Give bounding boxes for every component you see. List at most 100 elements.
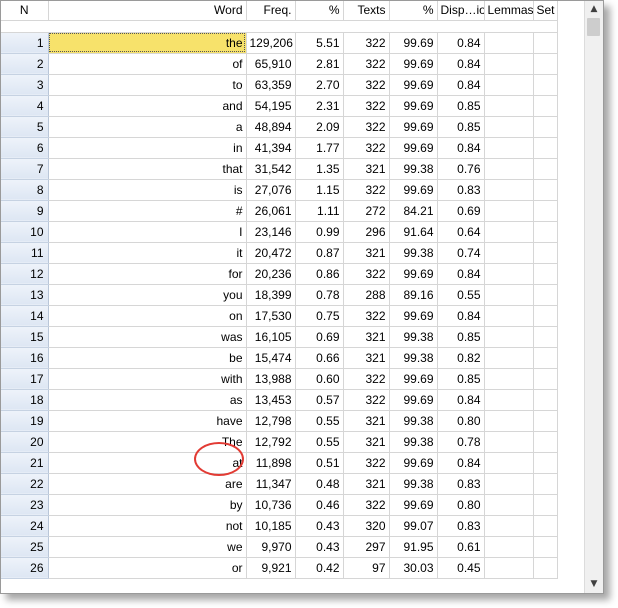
set-cell[interactable] [533,389,558,411]
texts-percent-cell[interactable]: 99.38 [389,473,438,495]
dispersion-cell[interactable]: 0.55 [437,284,485,306]
dispersion-cell[interactable]: 0.84 [437,32,485,54]
row-number[interactable]: 8 [1,179,49,201]
lemmas-cell[interactable] [484,368,534,390]
word-cell[interactable]: was [48,326,247,348]
dispersion-cell[interactable]: 0.84 [437,452,485,474]
freq-cell[interactable]: 54,195 [246,95,296,117]
scroll-thumb[interactable] [587,18,600,36]
lemmas-cell[interactable] [484,263,534,285]
dispersion-cell[interactable]: 0.83 [437,515,485,537]
percent-cell[interactable]: 0.66 [295,347,344,369]
row-number[interactable]: 18 [1,389,49,411]
row-number[interactable]: 25 [1,536,49,558]
lemmas-cell[interactable] [484,557,534,579]
set-cell[interactable] [533,347,558,369]
table-row[interactable]: 23 by 10,736 0.46 322 99.69 0.80 [1,494,558,516]
table-row[interactable]: 1 the 129,206 5.51 322 99.69 0.84 [1,32,558,54]
percent-cell[interactable]: 0.99 [295,221,344,243]
row-number[interactable]: 21 [1,452,49,474]
row-number[interactable]: 10 [1,221,49,243]
texts-percent-cell[interactable]: 99.38 [389,410,438,432]
row-number[interactable]: 2 [1,53,49,75]
percent-cell[interactable]: 0.43 [295,515,344,537]
set-cell[interactable] [533,515,558,537]
word-cell[interactable]: to [48,74,247,96]
dispersion-cell[interactable]: 0.64 [437,221,485,243]
lemmas-cell[interactable] [484,473,534,495]
texts-percent-cell[interactable]: 99.69 [389,74,438,96]
texts-percent-cell[interactable]: 99.69 [389,305,438,327]
word-cell[interactable]: it [48,242,247,264]
dispersion-cell[interactable]: 0.84 [437,305,485,327]
row-number[interactable]: 26 [1,557,49,579]
freq-cell[interactable]: 12,798 [246,410,296,432]
scroll-up-icon[interactable]: ▲ [585,1,603,18]
table-row[interactable]: 17 with 13,988 0.60 322 99.69 0.85 [1,368,558,390]
set-cell[interactable] [533,305,558,327]
freq-cell[interactable]: 23,146 [246,221,296,243]
set-cell[interactable] [533,116,558,138]
freq-cell[interactable]: 9,921 [246,557,296,579]
freq-cell[interactable]: 9,970 [246,536,296,558]
row-number[interactable]: 3 [1,74,49,96]
lemmas-cell[interactable] [484,389,534,411]
percent-cell[interactable]: 0.86 [295,263,344,285]
set-cell[interactable] [533,32,558,54]
set-cell[interactable] [533,242,558,264]
freq-cell[interactable]: 20,236 [246,263,296,285]
percent-cell[interactable]: 0.57 [295,389,344,411]
texts-percent-cell[interactable]: 84.21 [389,200,438,222]
row-number[interactable]: 11 [1,242,49,264]
dispersion-cell[interactable]: 0.78 [437,431,485,453]
texts-cell[interactable]: 272 [343,200,390,222]
dispersion-cell[interactable]: 0.84 [437,74,485,96]
dispersion-cell[interactable]: 0.69 [437,200,485,222]
lemmas-cell[interactable] [484,74,534,96]
texts-cell[interactable]: 320 [343,515,390,537]
word-cell[interactable]: we [48,536,247,558]
texts-percent-cell[interactable]: 99.69 [389,368,438,390]
word-cell[interactable]: with [48,368,247,390]
percent-cell[interactable]: 0.42 [295,557,344,579]
percent-cell[interactable]: 1.35 [295,158,344,180]
freq-cell[interactable]: 41,394 [246,137,296,159]
lemmas-cell[interactable] [484,515,534,537]
texts-cell[interactable]: 297 [343,536,390,558]
word-cell[interactable]: that [48,158,247,180]
lemmas-cell[interactable] [484,158,534,180]
lemmas-cell[interactable] [484,221,534,243]
word-cell[interactable]: not [48,515,247,537]
freq-cell[interactable]: 13,988 [246,368,296,390]
table-row[interactable]: 8 is 27,076 1.15 322 99.69 0.83 [1,179,558,201]
row-number[interactable]: 6 [1,137,49,159]
texts-cell[interactable]: 321 [343,410,390,432]
column-header-set[interactable]: Set [533,1,558,21]
texts-cell[interactable]: 322 [343,389,390,411]
freq-cell[interactable]: 31,542 [246,158,296,180]
column-header-texts[interactable]: Texts [343,1,390,21]
dispersion-cell[interactable]: 0.61 [437,536,485,558]
row-number[interactable]: 5 [1,116,49,138]
freq-cell[interactable]: 11,347 [246,473,296,495]
dispersion-cell[interactable]: 0.84 [437,389,485,411]
percent-cell[interactable]: 1.77 [295,137,344,159]
texts-percent-cell[interactable]: 99.69 [389,53,438,75]
set-cell[interactable] [533,221,558,243]
table-row[interactable]: 5 a 48,894 2.09 322 99.69 0.85 [1,116,558,138]
table-row[interactable]: 9 #26,061 1.11 272 84.21 0.69 [1,200,558,222]
set-cell[interactable] [533,557,558,579]
set-cell[interactable] [533,200,558,222]
dispersion-cell[interactable]: 0.85 [437,116,485,138]
lemmas-cell[interactable] [484,305,534,327]
freq-cell[interactable]: 20,472 [246,242,296,264]
table-row[interactable]: 11 it 20,472 0.87 321 99.38 0.74 [1,242,558,264]
texts-percent-cell[interactable]: 99.69 [389,179,438,201]
texts-cell[interactable]: 322 [343,179,390,201]
table-row[interactable]: 21 at 11,898 0.51 322 99.69 0.84 [1,452,558,474]
lemmas-cell[interactable] [484,53,534,75]
word-cell[interactable]: I [48,221,247,243]
word-cell[interactable]: in [48,137,247,159]
texts-percent-cell[interactable]: 99.69 [389,452,438,474]
texts-cell[interactable]: 321 [343,158,390,180]
